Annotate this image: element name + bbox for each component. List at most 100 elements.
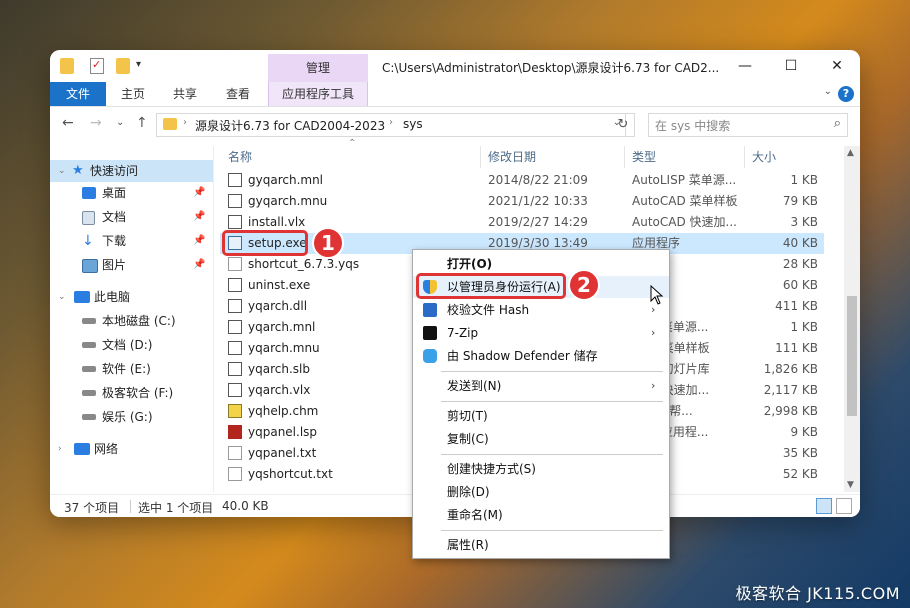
recent-locations-icon[interactable]: ⌄ xyxy=(116,117,124,128)
chevron-down-icon[interactable]: ⌄ xyxy=(58,286,66,308)
file-icon xyxy=(228,194,242,208)
chevron-right-icon[interactable]: › xyxy=(389,117,393,128)
desktop-icon xyxy=(82,187,96,199)
column-size[interactable]: 大小 xyxy=(752,146,776,168)
tab-file[interactable]: 文件 xyxy=(50,82,106,106)
vertical-scrollbar[interactable]: ▲ ▼ xyxy=(844,146,860,492)
tab-home[interactable]: 主页 xyxy=(108,82,158,106)
menu-delete[interactable]: 删除(D) xyxy=(413,481,669,503)
nav-downloads[interactable]: ↓ 下载 📌 xyxy=(50,230,213,252)
file-icon xyxy=(228,257,242,271)
breadcrumb-sys[interactable]: sys xyxy=(403,117,423,131)
column-modified[interactable]: 修改日期 xyxy=(488,146,536,168)
scroll-up-icon[interactable]: ▲ xyxy=(847,148,854,158)
column-name[interactable]: 名称 xyxy=(228,146,252,168)
menu-open[interactable]: 打开(O) xyxy=(413,253,669,275)
quick-access-dropdown-icon[interactable]: ▾ xyxy=(136,59,141,70)
menu-copy[interactable]: 复制(C) xyxy=(413,428,669,450)
tab-share[interactable]: 共享 xyxy=(160,82,210,106)
up-icon[interactable]: ↑ xyxy=(136,115,148,131)
menu-label: 创建快捷方式(S) xyxy=(447,462,536,476)
file-row[interactable]: gyqarch.mnu 2021/1/22 10:33 AutoCAD 菜单样板… xyxy=(220,191,824,212)
file-modified: 2021/1/22 10:33 xyxy=(488,194,588,208)
help-file-icon xyxy=(228,404,242,418)
scroll-down-icon[interactable]: ▼ xyxy=(847,480,854,490)
nav-quick-access[interactable]: ⌄ ★ 快速访问 xyxy=(50,160,213,182)
file-name: yqarch.dll xyxy=(248,299,308,313)
file-name: yqpanel.txt xyxy=(248,446,317,460)
large-icons-view-icon[interactable] xyxy=(836,498,852,514)
picture-icon xyxy=(82,259,98,273)
menu-shadow-defender[interactable]: 由 Shadow Defender 储存 xyxy=(413,345,669,367)
pane-divider[interactable] xyxy=(213,146,214,492)
menu-send-to[interactable]: 发送到(N) › xyxy=(413,375,669,397)
chevron-right-icon[interactable]: › xyxy=(183,117,187,128)
menu-label: 剪切(T) xyxy=(447,409,488,423)
file-row[interactable]: gyqarch.mnl 2014/8/22 21:09 AutoLISP 菜单源… xyxy=(220,170,824,191)
nav-documents[interactable]: 文档 📌 xyxy=(50,206,213,228)
nav-drive-c[interactable]: 本地磁盘 (C:) xyxy=(50,310,213,332)
file-name: gyqarch.mnu xyxy=(248,194,328,208)
close-button[interactable]: ✕ xyxy=(814,54,860,78)
nav-pictures[interactable]: 图片 📌 xyxy=(50,254,213,276)
menu-create-shortcut[interactable]: 创建快捷方式(S) xyxy=(413,458,669,480)
column-divider[interactable] xyxy=(624,146,625,168)
breadcrumb-folder[interactable]: 源泉设计6.73 for CAD2004-2023 xyxy=(195,117,385,134)
nav-network[interactable]: › 网络 xyxy=(50,438,213,460)
address-bar[interactable]: › 源泉设计6.73 for CAD2004-2023 › sys ⌄ xyxy=(156,113,626,137)
maximize-button[interactable]: ☐ xyxy=(768,54,814,78)
menu-verify-hash[interactable]: 校验文件 Hash › xyxy=(413,299,669,321)
column-divider[interactable] xyxy=(744,146,745,168)
shadow-defender-icon xyxy=(423,349,437,363)
menu-label: 属性(R) xyxy=(447,538,489,552)
file-size: 35 KB xyxy=(782,446,818,460)
new-folder-icon[interactable] xyxy=(116,58,130,74)
nav-drive-e[interactable]: 软件 (E:) xyxy=(50,358,213,380)
column-divider[interactable] xyxy=(480,146,481,168)
nav-this-pc[interactable]: ⌄ 此电脑 xyxy=(50,286,213,308)
window-title: C:\Users\Administrator\Desktop\源泉设计6.73 … xyxy=(382,61,720,75)
file-icon xyxy=(228,299,242,313)
sort-ascending-icon: ⌃ xyxy=(348,138,357,149)
minimize-button[interactable]: — xyxy=(722,54,768,78)
menu-7zip[interactable]: 7-Zip › xyxy=(413,322,669,344)
menu-cut[interactable]: 剪切(T) xyxy=(413,405,669,427)
file-size: 40 KB xyxy=(782,236,818,250)
selected-count: 选中 1 个项目 xyxy=(138,501,214,515)
nav-desktop[interactable]: 桌面 📌 xyxy=(50,182,213,204)
file-size: 111 KB xyxy=(775,341,818,355)
nav-label: 极客软合 (F:) xyxy=(102,386,174,400)
collapse-ribbon-icon[interactable]: ⌄ xyxy=(824,86,832,97)
file-name: yqarch.slb xyxy=(248,362,310,376)
nav-drive-f[interactable]: 极客软合 (F:) xyxy=(50,382,213,404)
file-icon xyxy=(228,320,242,334)
drive-icon xyxy=(82,366,96,372)
back-icon[interactable]: ← xyxy=(62,115,74,131)
tab-view[interactable]: 查看 xyxy=(212,82,264,106)
forward-icon[interactable]: → xyxy=(90,115,102,131)
scroll-thumb[interactable] xyxy=(847,296,857,416)
menu-label: 校验文件 Hash xyxy=(447,303,530,317)
hash-icon xyxy=(423,303,437,317)
nav-drive-d[interactable]: 文档 (D:) xyxy=(50,334,213,356)
refresh-icon[interactable]: ↻ xyxy=(612,113,635,137)
menu-properties[interactable]: 属性(R) xyxy=(413,534,669,556)
run-as-admin-highlight xyxy=(416,273,566,299)
chevron-down-icon[interactable]: ⌄ xyxy=(58,160,66,182)
properties-icon[interactable] xyxy=(90,58,104,74)
chevron-right-icon[interactable]: › xyxy=(58,438,62,460)
search-input[interactable]: 在 sys 中搜索 ⌕ xyxy=(648,113,848,137)
file-size: 1,826 KB xyxy=(763,362,818,376)
file-row[interactable]: install.vlx 2019/2/27 14:29 AutoCAD 快速加.… xyxy=(220,212,824,233)
column-type[interactable]: 类型 xyxy=(632,146,656,168)
menu-rename[interactable]: 重命名(M) xyxy=(413,504,669,526)
tab-application-tools[interactable]: 应用程序工具 xyxy=(268,82,368,106)
menu-label: 重命名(M) xyxy=(447,508,503,522)
file-type: AutoLISP 菜单源... xyxy=(632,173,737,187)
nav-drive-g[interactable]: 娱乐 (G:) xyxy=(50,406,213,428)
details-view-icon[interactable] xyxy=(816,498,832,514)
nav-label: 文档 xyxy=(102,210,127,224)
help-icon[interactable]: ? xyxy=(838,86,854,102)
menu-separator xyxy=(441,530,663,531)
mouse-cursor-icon xyxy=(650,285,664,305)
